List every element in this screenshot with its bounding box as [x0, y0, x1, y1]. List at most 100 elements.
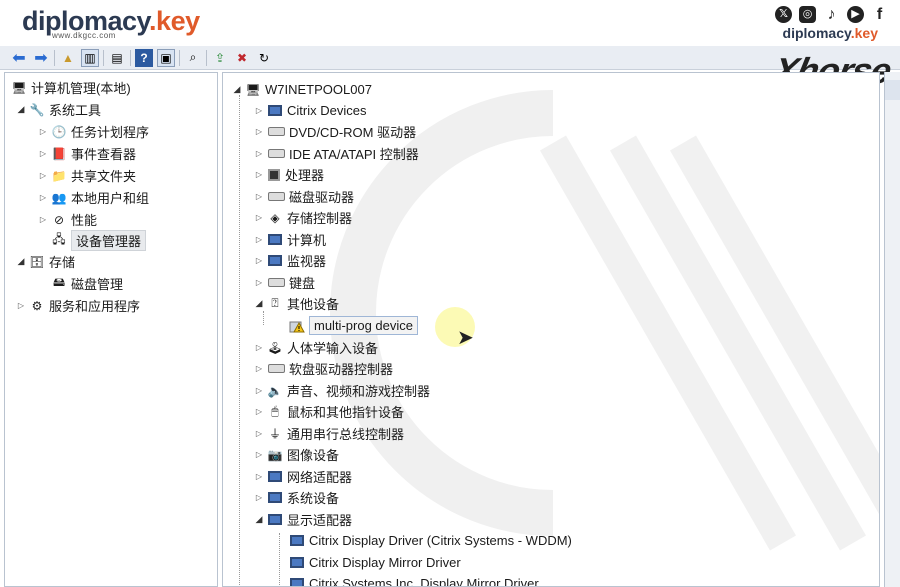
actions-pane	[884, 72, 900, 587]
collapse-arrow-icon[interactable]: ◢	[231, 84, 243, 95]
storage-icon: 🗄	[29, 254, 45, 269]
collapse-arrow-icon[interactable]: ◢	[253, 514, 265, 525]
tree-item-shared-folders[interactable]: ▷ 📁 共享文件夹	[37, 165, 136, 186]
device-category[interactable]: ▷ 软盘驱动器控制器	[253, 358, 393, 379]
expand-arrow-icon[interactable]: ▷	[253, 386, 265, 395]
expand-arrow-icon[interactable]: ▷	[253, 407, 265, 416]
tree-item-disk-management[interactable]: 🖴 磁盘管理	[49, 273, 123, 294]
expand-arrow-icon[interactable]: ▷	[37, 171, 49, 180]
device-category[interactable]: ▷ 🔈 声音、视频和游戏控制器	[253, 380, 430, 401]
show-hide-tree-icon[interactable]: ▥	[81, 48, 99, 67]
properties-icon[interactable]: ▤	[108, 49, 126, 67]
help-icon[interactable]: ?	[135, 48, 153, 67]
device-tree-pane: ◢ 🖥 W7INETPOOL007 ▷ Citrix Devices ▷ DVD…	[222, 72, 880, 587]
forward-arrow-icon[interactable]: ➡	[32, 49, 50, 67]
speaker-icon: 🔈	[267, 383, 283, 398]
expand-arrow-icon[interactable]: ▷	[253, 450, 265, 459]
expand-arrow-icon[interactable]: ▷	[37, 215, 49, 224]
expand-arrow-icon[interactable]: ▷	[37, 193, 49, 202]
expand-arrow-icon[interactable]: ▷	[253, 192, 265, 201]
scan-hardware-icon[interactable]: ⌕	[184, 49, 202, 67]
expand-arrow-icon[interactable]: ▷	[37, 127, 49, 136]
update-driver-icon[interactable]: ⇪	[211, 49, 229, 67]
device-display-driver[interactable]: Citrix Display Mirror Driver	[287, 552, 461, 573]
display-adapter-icon	[268, 514, 282, 525]
expand-arrow-icon[interactable]: ▷	[253, 213, 265, 222]
device-category[interactable]: ▷ ⏚ 通用串行总线控制器	[253, 423, 404, 444]
tree-guide-line	[239, 95, 240, 586]
social-links: 𝕏 ◎ ♪ ▶ f	[775, 6, 888, 23]
device-category[interactable]: ▷ 键盘	[253, 272, 315, 293]
expand-arrow-icon[interactable]: ▷	[253, 235, 265, 244]
tree-item-device-manager[interactable]: 🖧 设备管理器	[49, 230, 147, 251]
event-viewer-icon: 📕	[51, 146, 67, 161]
collapse-arrow-icon[interactable]: ◢	[253, 298, 265, 309]
device-category[interactable]: ▷ ◈ 存储控制器	[253, 207, 352, 228]
expand-arrow-icon[interactable]: ▷	[253, 343, 265, 352]
shared-folder-icon: 📁	[51, 168, 67, 183]
device-category-other[interactable]: ◢ ⍰ 其他设备	[253, 293, 339, 314]
monitor-icon	[268, 255, 282, 266]
tree-item-performance[interactable]: ▷ ⊘ 性能	[37, 209, 97, 230]
storage-controller-icon: ◈	[270, 210, 280, 225]
tree-item-system-tools[interactable]: ◢ 🔧 系统工具	[15, 99, 101, 120]
device-category[interactable]: ▷ 计算机	[253, 229, 326, 250]
expand-arrow-icon[interactable]: ▷	[37, 149, 49, 158]
tree-item-event-viewer[interactable]: ▷ 📕 事件查看器	[37, 143, 136, 164]
expand-arrow-icon[interactable]: ▷	[253, 149, 265, 158]
device-display-driver[interactable]: Citrix Systems Inc. Display Mirror Drive…	[287, 573, 539, 586]
keyboard-icon	[268, 278, 285, 287]
expand-arrow-icon[interactable]: ▷	[253, 256, 265, 265]
youtube-icon[interactable]: ▶	[847, 6, 864, 23]
computer-management-icon: 🖥	[11, 80, 27, 95]
expand-arrow-icon[interactable]: ▷	[253, 127, 265, 136]
device-category-display[interactable]: ◢ 显示适配器	[253, 509, 352, 530]
device-tree-root[interactable]: ◢ 🖥 W7INETPOOL007	[231, 79, 372, 100]
uninstall-icon[interactable]: ✖	[233, 49, 251, 67]
expand-arrow-icon[interactable]: ▷	[253, 106, 265, 115]
expand-arrow-icon[interactable]: ▷	[253, 472, 265, 481]
tools-icon: 🔧	[29, 102, 45, 117]
collapse-arrow-icon[interactable]: ◢	[15, 104, 27, 115]
device-category[interactable]: ▷ 处理器	[253, 164, 324, 185]
expand-arrow-icon[interactable]: ▷	[253, 170, 265, 179]
device-category[interactable]: ▷ 🕹 人体学输入设备	[253, 337, 378, 358]
up-folder-icon[interactable]: ▲	[59, 49, 77, 67]
device-category[interactable]: ▷ 🖱 鼠标和其他指针设备	[253, 401, 404, 422]
device-category[interactable]: ▷ 网络适配器	[253, 466, 352, 487]
expand-arrow-icon[interactable]: ▷	[253, 278, 265, 287]
expand-arrow-icon[interactable]: ▷	[15, 301, 27, 310]
toolbar-divider	[206, 49, 207, 66]
toolbar-divider	[103, 49, 104, 66]
expand-arrow-icon[interactable]: ▷	[253, 493, 265, 502]
tree-item-services-apps[interactable]: ▷ ⚙ 服务和应用程序	[15, 295, 140, 316]
device-category[interactable]: ▷ 监视器	[253, 250, 326, 271]
tree-item-task-scheduler[interactable]: ▷ 🕒 任务计划程序	[37, 121, 149, 142]
back-arrow-icon[interactable]: ⬅	[10, 49, 28, 67]
tree-item-computer-management[interactable]: 🖥 计算机管理(本地)	[9, 77, 130, 98]
action-pane-icon[interactable]: ▣	[157, 48, 175, 67]
tiktok-icon[interactable]: ♪	[823, 6, 840, 23]
expand-arrow-icon[interactable]: ▷	[253, 429, 265, 438]
processor-icon	[268, 168, 280, 181]
device-multi-prog[interactable]: multi-prog device	[287, 315, 418, 336]
device-category[interactable]: ▷ Citrix Devices	[253, 100, 367, 121]
device-category[interactable]: ▷ 📷 图像设备	[253, 444, 339, 465]
facebook-icon[interactable]: f	[871, 6, 888, 23]
collapse-arrow-icon[interactable]: ◢	[15, 256, 27, 267]
tree-item-storage[interactable]: ◢ 🗄 存储	[15, 251, 75, 272]
device-category[interactable]: ▷ 系统设备	[253, 487, 339, 508]
x-icon[interactable]: 𝕏	[775, 6, 792, 23]
performance-icon: ⊘	[53, 212, 65, 227]
disk-management-icon: 🖴	[52, 275, 66, 289]
expand-arrow-icon[interactable]: ▷	[253, 364, 265, 373]
device-category[interactable]: ▷ 磁盘驱动器	[253, 186, 354, 207]
device-display-driver[interactable]: Citrix Display Driver (Citrix Systems - …	[287, 530, 572, 551]
instagram-icon[interactable]: ◎	[799, 6, 816, 23]
tree-item-local-users[interactable]: ▷ 👥 本地用户和组	[37, 187, 149, 208]
device-category[interactable]: ▷ IDE ATA/ATAPI 控制器	[253, 143, 419, 164]
enable-device-icon[interactable]: ↻	[255, 49, 273, 67]
brand-header: diplomacy.key www.dkgcc.com 𝕏 ◎ ♪ ▶ f di…	[0, 0, 900, 46]
camera-icon: 📷	[267, 447, 283, 462]
device-category[interactable]: ▷ DVD/CD-ROM 驱动器	[253, 121, 416, 142]
